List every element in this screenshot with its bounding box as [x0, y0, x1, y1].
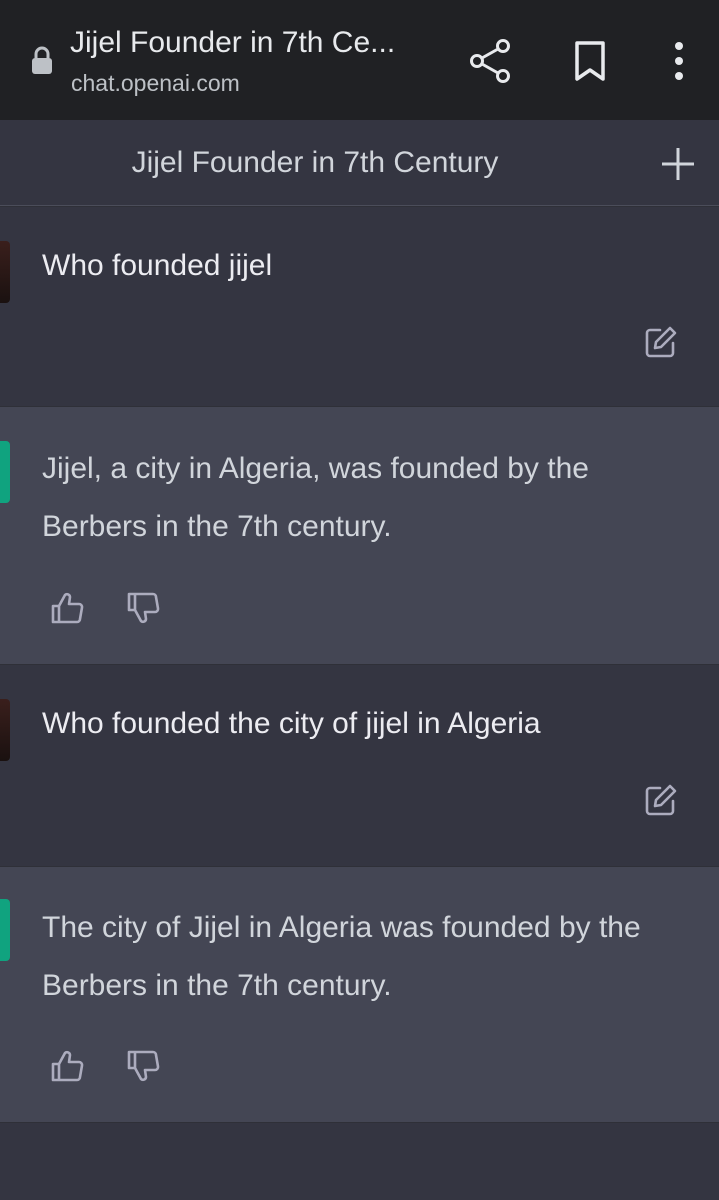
- message-text: Who founded the city of jijel in Algeria: [42, 707, 541, 740]
- chat-title: Jijel Founder in 7th Century: [131, 146, 499, 179]
- edit-icon[interactable]: [644, 783, 678, 817]
- chat-bottom-area: [0, 1122, 719, 1200]
- assistant-message: The city of Jijel in Algeria was founded…: [0, 866, 719, 1122]
- thumbs-up-icon[interactable]: [50, 1049, 84, 1083]
- thumbs-up-icon[interactable]: [50, 591, 84, 625]
- edit-icon[interactable]: [644, 325, 678, 359]
- message-text: Jijel, a city in Algeria, was founded by…: [42, 452, 589, 543]
- assistant-avatar: [0, 441, 10, 503]
- bookmark-icon[interactable]: [572, 40, 608, 82]
- user-message: Who founded jijel: [0, 206, 719, 406]
- chat-header: Jijel Founder in 7th Century: [0, 120, 719, 206]
- tab-title[interactable]: Jijel Founder in 7th Ce...: [70, 26, 395, 60]
- message-text: The city of Jijel in Algeria was founded…: [42, 911, 641, 1002]
- plus-icon[interactable]: [660, 146, 696, 182]
- lock-icon[interactable]: [30, 46, 54, 76]
- browser-toolbar: Jijel Founder in 7th Ce... chat.openai.c…: [0, 0, 719, 120]
- message-text: Who founded jijel: [42, 249, 273, 282]
- assistant-avatar: [0, 899, 10, 961]
- url-host[interactable]: chat.openai.com: [71, 70, 240, 97]
- assistant-message: Jijel, a city in Algeria, was founded by…: [0, 406, 719, 664]
- thumbs-down-icon[interactable]: [126, 1049, 160, 1083]
- user-avatar: [0, 699, 10, 761]
- menu-icon[interactable]: [670, 40, 688, 82]
- user-message: Who founded the city of jijel in Algeria: [0, 664, 719, 866]
- user-avatar: [0, 241, 10, 303]
- share-icon[interactable]: [468, 38, 514, 84]
- thumbs-down-icon[interactable]: [126, 591, 160, 625]
